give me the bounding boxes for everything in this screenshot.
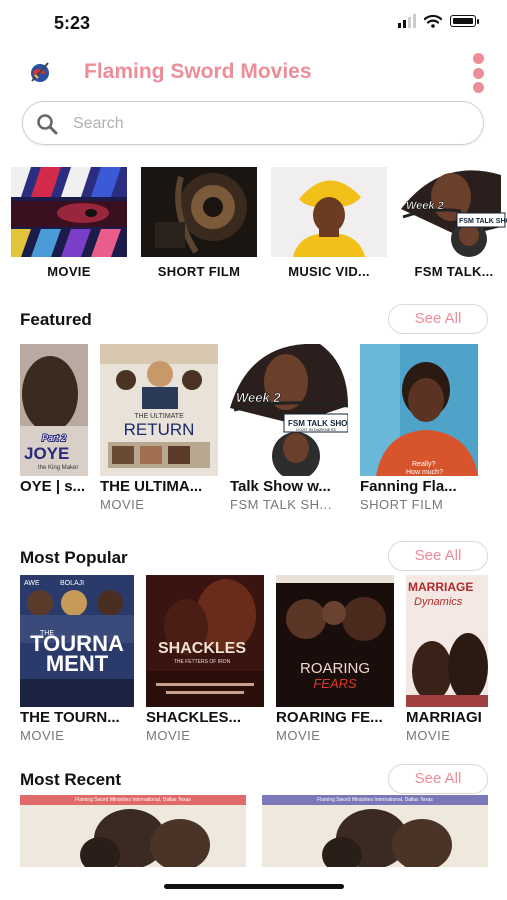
category-label: SHORT FILM [157,264,241,279]
svg-text:FSM TALK SHOW: FSM TALK SHOW [459,218,507,225]
category-thumbnail [271,167,387,257]
category-thumbnail [11,167,127,257]
card-subtitle: MOVIE [406,728,451,743]
movie-poster: SHACKLES THE FETTERS OF IRON [146,575,264,707]
card-subtitle: SHORT FILM [360,497,444,512]
battery-icon [450,15,479,27]
featured-section-title: Featured [20,310,92,329]
movie-poster: THE ULTIMATE RETURN [100,344,218,476]
category-label: FSM TALK... [414,264,494,279]
home-indicator [164,884,344,889]
app-header: Flaming Sword Movies [0,48,507,98]
svg-text:How much?: How much? [406,469,443,476]
svg-text:Part 2: Part 2 [42,433,66,443]
category-thumbnail [141,167,257,257]
svg-text:RETURN: RETURN [124,420,195,439]
popular-card[interactable]: MARRIAGE Dynamics MARRIAGI MOVIE [406,575,488,743]
search-icon [37,114,58,135]
featured-see-all-button[interactable]: See All [388,304,488,334]
svg-text:MARRIAGE: MARRIAGE [408,580,473,594]
card-subtitle: MOVIE [276,728,321,743]
week2-text: Week 2 [406,200,444,212]
svg-text:Dynamics: Dynamics [414,596,463,608]
movie-poster: ROARING FEARS [276,575,394,707]
popular-section-title: Most Popular [20,548,128,567]
card-subtitle: MOVIE [100,497,145,512]
featured-card[interactable]: Really? How much? Fanning Fla... SHORT F… [360,344,478,512]
popular-see-all-button[interactable]: See All [388,541,488,571]
recent-banner: Flaming Sword Ministries International, … [262,795,488,805]
card-title: SHACKLES... [146,709,242,726]
flaming-sword-logo-icon[interactable] [28,60,52,84]
search-bar[interactable] [22,101,484,145]
status-bar: 5:23 [0,0,507,44]
recent-see-all-button[interactable]: See All [388,764,488,794]
svg-text:ROARING: ROARING [300,660,370,677]
recent-section-title: Most Recent [20,770,122,789]
card-title: OYE | s... [20,478,86,495]
svg-text:Really?: Really? [412,461,435,468]
popular-card[interactable]: AWE BOLAJI THE TOURNA MENT THE TOURN... … [20,575,134,743]
recent-card[interactable]: Flaming Sword Ministries International, … [262,795,488,867]
recent-banner: Flaming Sword Ministries International, … [20,795,246,805]
card-title: THE TOURN... [20,709,120,726]
card-title: MARRIAGI [406,709,482,726]
movie-poster: Really? How much? [360,344,478,476]
popular-card[interactable]: ROARING FEARS ROARING FE... MOVIE [276,575,394,743]
card-subtitle: MOVIE [20,728,65,743]
card-title: Fanning Fla... [360,478,457,495]
popular-card[interactable]: SHACKLES THE FETTERS OF IRON SHACKLES...… [146,575,264,743]
recent-thumbnail [262,805,488,867]
wifi-icon [424,14,442,28]
card-title: Talk Show w... [230,478,331,495]
status-time: 5:23 [54,13,91,33]
svg-text:the King Maker: the King Maker [38,465,78,471]
category-thumbnail: Week 2 FSM TALK SHOW [401,167,507,257]
svg-text:AWE: AWE [24,580,40,587]
app-title: Flaming Sword Movies [84,60,312,83]
svg-text:LIGHT IN DARKNESS: LIGHT IN DARKNESS [296,427,336,432]
category-label: MUSIC VID... [288,264,370,279]
category-movie[interactable]: MOVIE [11,167,127,279]
recent-thumbnail [20,805,246,867]
svg-text:THE FETTERS OF IRON: THE FETTERS OF IRON [174,659,231,665]
cellular-signal-icon [398,14,416,28]
svg-text:JOYE: JOYE [24,444,69,463]
svg-text:BOLAJI: BOLAJI [60,580,84,587]
featured-card[interactable]: THE ULTIMATE RETURN THE ULTIMA... MOVIE [100,344,218,512]
svg-text:SHACKLES: SHACKLES [158,640,246,657]
movie-poster: Week 2 FSM TALK SHOW LIGHT IN DARKNESS [230,344,348,476]
featured-card[interactable]: Week 2 FSM TALK SHOW LIGHT IN DARKNESS T… [230,344,348,512]
movie-poster: MARRIAGE Dynamics [406,575,488,707]
svg-text:FEARS: FEARS [313,676,357,691]
vertical-dots-icon [472,53,484,64]
card-subtitle: MOVIE [146,728,191,743]
category-label: MOVIE [47,264,91,279]
movie-poster: AWE BOLAJI THE TOURNA MENT [20,575,134,707]
card-title: THE ULTIMA... [100,478,203,495]
svg-text:THE ULTIMATE: THE ULTIMATE [134,413,184,420]
category-fsm-talk-show[interactable]: Week 2 FSM TALK SHOW FSM TALK... [401,167,507,279]
movie-poster: Part 2 JOYE the King Maker [20,344,88,476]
status-icons [398,14,479,28]
category-short-film[interactable]: SHORT FILM [141,167,257,279]
search-input[interactable] [71,111,475,137]
recent-card[interactable]: Flaming Sword Ministries International, … [20,795,246,867]
card-subtitle: FSM TALK SH... [230,497,332,512]
card-title: ROARING FE... [276,709,383,726]
svg-text:MENT: MENT [46,651,109,676]
featured-card[interactable]: Part 2 JOYE the King Maker OYE | s... [20,344,88,497]
category-music-video[interactable]: MUSIC VID... [271,167,387,279]
more-options-button[interactable] [471,53,485,93]
